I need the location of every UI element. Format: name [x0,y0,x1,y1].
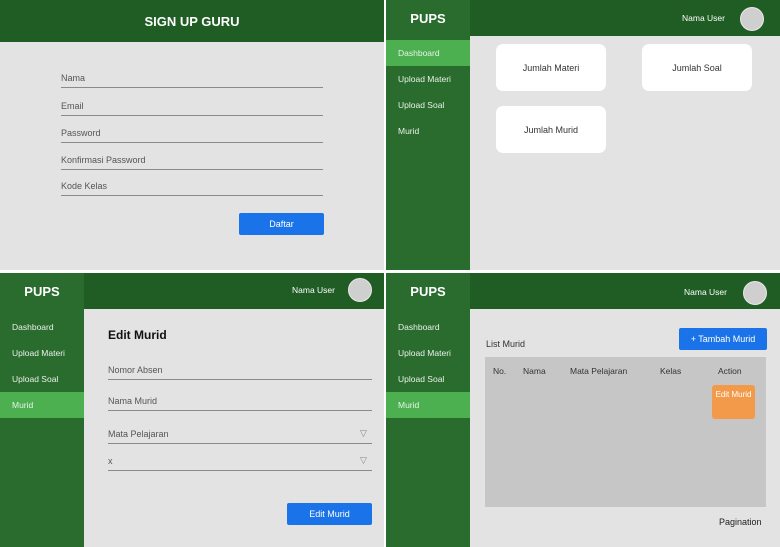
nomor-absen-field[interactable]: Nomor Absen [108,365,372,380]
mata-pelajaran-select[interactable]: Mata Pelajaran [108,429,372,444]
list-title: List Murid [486,339,526,349]
add-murid-button[interactable]: + Tambah Murid [679,328,767,350]
card-jumlah-materi[interactable]: Jumlah Materi [496,44,606,91]
column-header-nama: Nama [523,366,546,376]
sidebar-item-dashboard[interactable]: Dashboard [386,314,470,340]
edit-murid-button[interactable]: Edit Murid [287,503,372,525]
page-title: Edit Murid [108,328,167,342]
nama-murid-field[interactable]: Nama Murid [108,396,372,411]
sidebar-item-upload-soal[interactable]: Upload Soal [386,92,470,118]
class-code-field[interactable]: Kode Kelas [61,181,323,196]
column-header-kelas: Kelas [660,366,682,376]
card-jumlah-soal[interactable]: Jumlah Soal [642,44,752,91]
column-header-action: Action [718,366,742,376]
list-murid-panel: PUPS Nama User Dashboard Upload Materi U… [386,273,780,547]
sidebar-item-dashboard[interactable]: Dashboard [0,314,84,340]
sidebar: Dashboard Upload Materi Upload Soal Muri… [0,309,84,547]
nama-field[interactable]: Nama [61,73,323,88]
kelas-select[interactable]: x [108,456,372,471]
edit-murid-row-button[interactable]: Edit Murid [712,385,755,419]
sidebar-item-upload-soal[interactable]: Upload Soal [0,366,84,392]
murid-table: No. Nama Mata Pelajaran Kelas Action Edi… [485,357,766,507]
sidebar-item-upload-materi[interactable]: Upload Materi [386,66,470,92]
user-name: Nama User [682,13,725,23]
avatar[interactable] [740,7,764,31]
brand-logo: PUPS [386,273,470,309]
sidebar: Dashboard Upload Materi Upload Soal Muri… [386,36,470,270]
sidebar-item-upload-soal[interactable]: Upload Soal [386,366,470,392]
sidebar-item-upload-materi[interactable]: Upload Materi [0,340,84,366]
user-name: Nama User [292,285,335,295]
column-header-mata-pelajaran: Mata Pelajaran [570,366,628,376]
brand-logo: PUPS [386,0,470,36]
signup-panel: SIGN UP GURU Nama Email Password Konfirm… [0,0,384,270]
avatar[interactable] [348,278,372,302]
pagination[interactable]: Pagination [719,517,762,527]
dashboard-panel: PUPS Nama User Dashboard Upload Materi U… [386,0,780,270]
column-header-no: No. [493,366,507,376]
chevron-down-icon: ▽ [360,428,367,438]
sidebar-item-murid[interactable]: Murid [0,392,84,418]
sidebar-item-murid[interactable]: Murid [386,392,470,418]
signup-header: SIGN UP GURU [0,0,384,42]
chevron-down-icon: ▽ [360,455,367,465]
sidebar-item-upload-materi[interactable]: Upload Materi [386,340,470,366]
user-name: Nama User [684,287,727,297]
avatar[interactable] [743,281,767,305]
sidebar-item-dashboard[interactable]: Dashboard [386,40,470,66]
register-button[interactable]: Daftar [239,213,324,235]
password-field[interactable]: Password [61,128,323,143]
edit-murid-panel: PUPS Nama User Dashboard Upload Materi U… [0,273,384,547]
card-jumlah-murid[interactable]: Jumlah Murid [496,106,606,153]
sidebar-item-murid[interactable]: Murid [386,118,470,144]
brand-logo: PUPS [0,273,84,309]
signup-title: SIGN UP GURU [144,13,240,29]
sidebar: Dashboard Upload Materi Upload Soal Muri… [386,309,470,547]
confirm-password-field[interactable]: Konfirmasi Password [61,155,323,170]
email-field[interactable]: Email [61,101,323,116]
